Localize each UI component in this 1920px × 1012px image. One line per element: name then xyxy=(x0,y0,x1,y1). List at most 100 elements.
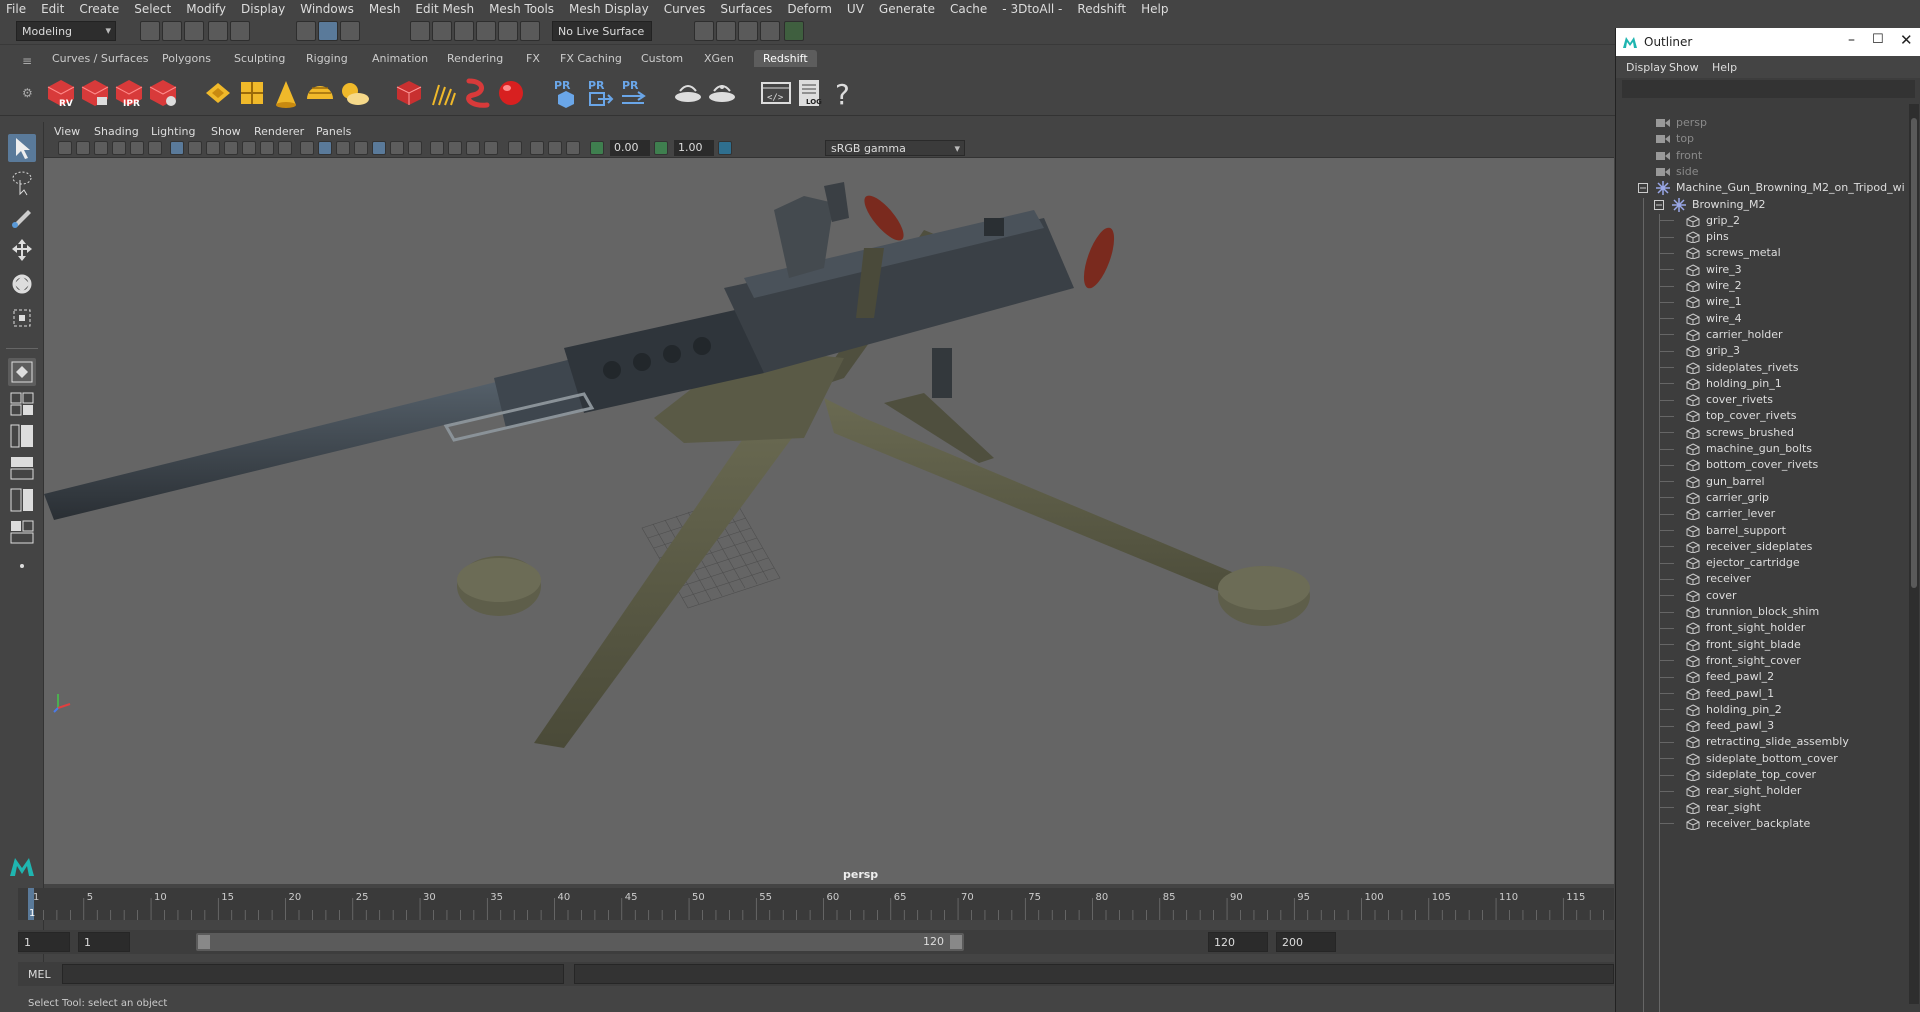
menu-mesh[interactable]: Mesh xyxy=(369,2,401,16)
menu-help[interactable]: Help xyxy=(1141,2,1168,16)
shelf-tab-polygons[interactable]: Polygons xyxy=(162,52,211,65)
viewport-menu-lighting[interactable]: Lighting xyxy=(151,125,195,138)
persp-outliner-layout-icon[interactable] xyxy=(8,422,36,450)
viewport-menu-view[interactable]: View xyxy=(54,125,80,138)
field-chart-icon[interactable] xyxy=(242,141,256,155)
outliner-menu-help[interactable]: Help xyxy=(1712,61,1737,74)
rs-render-settings-icon[interactable] xyxy=(147,77,179,109)
grease-pencil-icon[interactable] xyxy=(148,141,162,155)
shelf-tab-curves-surfaces[interactable]: Curves / Surfaces xyxy=(52,52,149,65)
gamma-toggle-icon[interactable] xyxy=(654,141,668,155)
rs-render-view-icon[interactable]: RV xyxy=(45,77,77,109)
scene-end-field[interactable]: 200 xyxy=(1276,932,1336,952)
menu-edit[interactable]: Edit xyxy=(41,2,64,16)
screen-space-ao-icon[interactable] xyxy=(430,141,444,155)
new-scene-icon[interactable] xyxy=(140,21,160,41)
menu-cache[interactable]: Cache xyxy=(950,2,987,16)
shelf-tab-sculpting[interactable]: Sculpting xyxy=(234,52,285,65)
bookmark-icon[interactable] xyxy=(94,141,108,155)
snap-grid-icon[interactable] xyxy=(410,21,430,41)
rs-pr-import-icon[interactable]: PR xyxy=(618,77,650,109)
menu-edit-mesh[interactable]: Edit Mesh xyxy=(415,2,474,16)
snap-curve-icon[interactable] xyxy=(432,21,452,41)
gamma-field[interactable]: 1.00 xyxy=(674,140,714,156)
snap-live-icon[interactable] xyxy=(520,21,540,41)
wireframe-icon[interactable] xyxy=(300,141,314,155)
xray-icon[interactable] xyxy=(530,141,544,155)
four-view-layout-icon[interactable] xyxy=(8,390,36,418)
outliner-item-receiver-backplate[interactable]: receiver_backplate xyxy=(1660,817,1810,837)
rs-sphere-icon[interactable] xyxy=(495,77,527,109)
hypershade-layout-icon[interactable] xyxy=(8,486,36,514)
maximize-icon[interactable]: ☐ xyxy=(1872,32,1884,47)
layout-options-icon[interactable] xyxy=(8,552,36,580)
outliner-scroll-thumb[interactable] xyxy=(1911,118,1917,588)
menu-mesh-tools[interactable]: Mesh Tools xyxy=(489,2,554,16)
rs-pr-export-icon[interactable]: PR xyxy=(584,77,616,109)
live-surface-field[interactable]: No Live Surface xyxy=(552,21,652,41)
redo-icon[interactable] xyxy=(230,21,250,41)
persp-graph-layout-icon[interactable] xyxy=(8,454,36,482)
textured-icon[interactable] xyxy=(372,141,386,155)
safe-title-icon[interactable] xyxy=(278,141,292,155)
shelf-options-icon[interactable]: ⚙ xyxy=(22,86,33,100)
shelf-tab-xgen[interactable]: XGen xyxy=(704,52,734,65)
render-settings-icon[interactable] xyxy=(694,21,714,41)
isolate-select-icon[interactable] xyxy=(508,141,522,155)
rs-hair-icon[interactable] xyxy=(427,77,459,109)
rs-proxy-icon[interactable] xyxy=(393,77,425,109)
select-hierarchy-icon[interactable] xyxy=(296,21,316,41)
viewport-menu-show[interactable]: Show xyxy=(211,125,241,138)
shelf-tab-rigging[interactable]: Rigging xyxy=(306,52,348,65)
open-scene-icon[interactable] xyxy=(162,21,182,41)
menu-file[interactable]: File xyxy=(6,2,26,16)
select-component-icon[interactable] xyxy=(340,21,360,41)
render-view-icon[interactable] xyxy=(760,21,780,41)
range-handle-left[interactable] xyxy=(198,935,210,949)
depth-of-field-icon[interactable] xyxy=(484,141,498,155)
rs-curve-icon[interactable] xyxy=(461,77,493,109)
viewport-menu-panels[interactable]: Panels xyxy=(316,125,351,138)
shelf-tab-fx-caching[interactable]: FX Caching xyxy=(560,52,622,65)
hypershade-icon[interactable] xyxy=(784,21,804,41)
menu-surfaces[interactable]: Surfaces xyxy=(720,2,772,16)
grid-toggle-icon[interactable] xyxy=(170,141,184,155)
paint-select-tool-icon[interactable] xyxy=(8,202,36,230)
shelf-menu-icon[interactable]: ≡ xyxy=(22,54,32,68)
menu-redshift[interactable]: Redshift xyxy=(1077,2,1126,16)
menu-select[interactable]: Select xyxy=(134,2,171,16)
rs-dome-light-icon[interactable] xyxy=(304,77,336,109)
select-camera-icon[interactable] xyxy=(58,141,72,155)
menu-deform[interactable]: Deform xyxy=(787,2,832,16)
shelf-tab-redshift[interactable]: Redshift xyxy=(754,50,817,67)
undo-icon[interactable] xyxy=(208,21,228,41)
motion-blur-icon[interactable] xyxy=(448,141,462,155)
command-input[interactable] xyxy=(62,964,564,984)
xray-joints-icon[interactable] xyxy=(548,141,562,155)
exposure-toggle-icon[interactable] xyxy=(590,141,604,155)
rs-ies-light-icon[interactable] xyxy=(270,77,302,109)
scene-start-field[interactable]: 1 xyxy=(18,932,70,952)
time-slider[interactable]: 1 5 10 15 20 25 30 35 40 45 50 55 60 65 70 75 80 85 90 95 10… xyxy=(18,888,1631,920)
scale-tool-icon[interactable] xyxy=(8,304,36,332)
playback-end-field[interactable]: 120 xyxy=(1208,932,1268,952)
playback-range-bar[interactable]: 1 120 xyxy=(196,933,964,951)
menu-3dtoall[interactable]: - 3DtoAll - xyxy=(1002,2,1062,16)
rs-log-icon[interactable]: LOG xyxy=(794,77,826,109)
gate-mask-icon[interactable] xyxy=(224,141,238,155)
collapse-icon[interactable] xyxy=(1638,183,1648,194)
single-perspective-layout-icon[interactable] xyxy=(8,358,36,386)
rs-portal-light-icon[interactable] xyxy=(236,77,268,109)
menu-set-dropdown[interactable]: Modeling xyxy=(16,21,116,41)
viewport-menu-renderer[interactable]: Renderer xyxy=(254,125,304,138)
outliner-search-input[interactable] xyxy=(1622,80,1915,98)
rotate-tool-icon[interactable] xyxy=(8,270,36,298)
smooth-shade-icon[interactable] xyxy=(318,141,332,155)
outliner-menu-display[interactable]: Display xyxy=(1626,61,1667,74)
move-tool-icon[interactable] xyxy=(8,236,36,264)
menu-generate[interactable]: Generate xyxy=(879,2,935,16)
playback-start-field[interactable]: 1 xyxy=(78,932,130,952)
viewport-menu-shading[interactable]: Shading xyxy=(94,125,139,138)
default-material-icon[interactable] xyxy=(336,141,350,155)
view-transform-dropdown[interactable]: sRGB gamma ▾ xyxy=(825,140,965,156)
